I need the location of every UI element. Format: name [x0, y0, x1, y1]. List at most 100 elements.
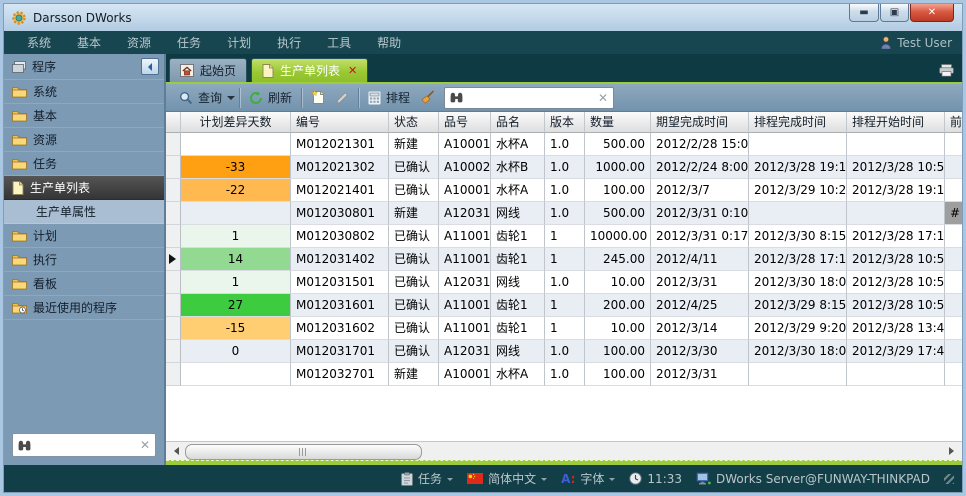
cell-item[interactable]: A10001 [439, 363, 491, 386]
cell-start[interactable]: 2012/3/28 10:52 [847, 248, 945, 271]
cell-due[interactable]: 2012/3/7 [651, 179, 749, 202]
new-record-button[interactable] [306, 88, 330, 107]
font-selector[interactable]: A: 字体 [557, 470, 619, 487]
column-header[interactable]: 数量 [585, 112, 651, 133]
cell-code[interactable]: M012021401 [291, 179, 389, 202]
cell-due[interactable]: 2012/3/14 [651, 317, 749, 340]
cell-item[interactable]: A10001 [439, 179, 491, 202]
scroll-right-button[interactable] [945, 443, 962, 460]
sidebar-collapse-button[interactable] [141, 58, 159, 75]
cell-item[interactable]: A11001 [439, 294, 491, 317]
printer-icon[interactable] [939, 64, 954, 77]
sidebar-item-kanban[interactable]: 看板 [4, 272, 164, 296]
sidebar-item-execute[interactable]: 执行 [4, 248, 164, 272]
column-header[interactable]: 编号 [291, 112, 389, 133]
cell-status[interactable]: 已确认 [389, 340, 439, 363]
current-row-indicator[interactable] [166, 248, 181, 271]
cell-extra[interactable] [945, 363, 962, 386]
column-header[interactable]: 状态 [389, 112, 439, 133]
close-button[interactable]: ✕ [910, 4, 954, 22]
cell-qty[interactable]: 100.00 [585, 363, 651, 386]
menu-item[interactable]: 资源 [114, 34, 164, 51]
cell-qty[interactable]: 10.00 [585, 317, 651, 340]
cell-extra[interactable] [945, 271, 962, 294]
row-selector[interactable] [166, 294, 181, 317]
cell-code[interactable]: M012031601 [291, 294, 389, 317]
cell-start[interactable]: 2012/3/28 13:40 [847, 317, 945, 340]
column-header[interactable]: 品名 [491, 112, 545, 133]
cell-item[interactable]: A11001 [439, 248, 491, 271]
sidebar-item-plan[interactable]: 计划 [4, 224, 164, 248]
cell-status[interactable]: 已确认 [389, 225, 439, 248]
schedule-button[interactable]: 排程 [363, 87, 415, 108]
cell-code[interactable]: M012031701 [291, 340, 389, 363]
cell-name[interactable]: 网线 [491, 202, 545, 225]
cell-qty[interactable]: 500.00 [585, 133, 651, 156]
menu-item[interactable]: 执行 [264, 34, 314, 51]
menu-item[interactable]: 基本 [64, 34, 114, 51]
cell-end[interactable]: 2012/3/30 18:00 [749, 340, 847, 363]
cell-qty[interactable]: 10000.00 [585, 225, 651, 248]
resize-grip[interactable] [944, 474, 954, 484]
cell-qty[interactable]: 200.00 [585, 294, 651, 317]
cell-due[interactable]: 2012/2/24 8:00 [651, 156, 749, 179]
tab-close-icon[interactable]: ✕ [348, 65, 357, 76]
row-selector[interactable] [166, 271, 181, 294]
cell-extra[interactable]: # [945, 202, 962, 225]
cell-status[interactable]: 已确认 [389, 179, 439, 202]
cell-name[interactable]: 水杯B [491, 156, 545, 179]
user-area[interactable]: Test User [880, 36, 952, 50]
row-selector[interactable] [166, 363, 181, 386]
cell-qty[interactable]: 100.00 [585, 179, 651, 202]
cell-ver[interactable]: 1.0 [545, 271, 585, 294]
cell-ver[interactable]: 1.0 [545, 179, 585, 202]
cell-code[interactable]: M012030801 [291, 202, 389, 225]
query-dropdown-icon[interactable] [227, 96, 235, 104]
edit-pencil-icon[interactable] [330, 89, 354, 107]
row-selector[interactable] [166, 317, 181, 340]
cell-start[interactable]: 2012/3/28 10:52 [847, 294, 945, 317]
cell-end[interactable] [749, 133, 847, 156]
broom-icon[interactable] [415, 88, 440, 107]
cell-diff[interactable] [181, 363, 291, 386]
cell-ver[interactable]: 1.0 [545, 340, 585, 363]
task-selector[interactable]: 任务 [397, 470, 457, 487]
cell-diff[interactable]: 1 [181, 225, 291, 248]
cell-due[interactable]: 2012/4/25 [651, 294, 749, 317]
cell-ver[interactable]: 1 [545, 248, 585, 271]
cell-extra[interactable] [945, 340, 962, 363]
cell-due[interactable]: 2012/3/31 0:17 [651, 225, 749, 248]
scroll-left-button[interactable] [166, 443, 183, 460]
cell-qty[interactable]: 500.00 [585, 202, 651, 225]
cell-extra[interactable] [945, 156, 962, 179]
cell-end[interactable]: 2012/3/28 19:10 [749, 156, 847, 179]
column-header[interactable]: 品号 [439, 112, 491, 133]
cell-item[interactable]: A12031 [439, 271, 491, 294]
row-selector[interactable] [166, 340, 181, 363]
cell-qty[interactable]: 245.00 [585, 248, 651, 271]
cell-name[interactable]: 齿轮1 [491, 294, 545, 317]
cell-status[interactable]: 已确认 [389, 271, 439, 294]
cell-start[interactable]: 2012/3/28 10:52 [847, 271, 945, 294]
sidebar-clear-search-icon[interactable]: ✕ [140, 439, 150, 451]
cell-code[interactable]: M012021302 [291, 156, 389, 179]
cell-item[interactable]: A10001 [439, 133, 491, 156]
cell-status[interactable]: 新建 [389, 133, 439, 156]
cell-end[interactable]: 2012/3/28 17:13 [749, 248, 847, 271]
cell-diff[interactable]: 0 [181, 340, 291, 363]
cell-ver[interactable]: 1 [545, 317, 585, 340]
cell-name[interactable]: 水杯A [491, 133, 545, 156]
toolbar-clear-search-icon[interactable]: ✕ [598, 92, 608, 104]
title-bar[interactable]: Darsson DWorks ▬ ▣ ✕ [4, 4, 962, 31]
cell-end[interactable]: 2012/3/29 8:15 [749, 294, 847, 317]
cell-end[interactable] [749, 202, 847, 225]
sidebar-item-production-order-props[interactable]: 生产单属性 [4, 200, 164, 224]
cell-ver[interactable]: 1.0 [545, 202, 585, 225]
cell-start[interactable]: 2012/3/28 10:52 [847, 156, 945, 179]
cell-name[interactable]: 齿轮1 [491, 248, 545, 271]
row-selector[interactable] [166, 179, 181, 202]
maximize-button[interactable]: ▣ [880, 4, 909, 22]
menu-item[interactable]: 计划 [214, 34, 264, 51]
cell-end[interactable]: 2012/3/29 9:20 [749, 317, 847, 340]
cell-name[interactable]: 水杯A [491, 363, 545, 386]
